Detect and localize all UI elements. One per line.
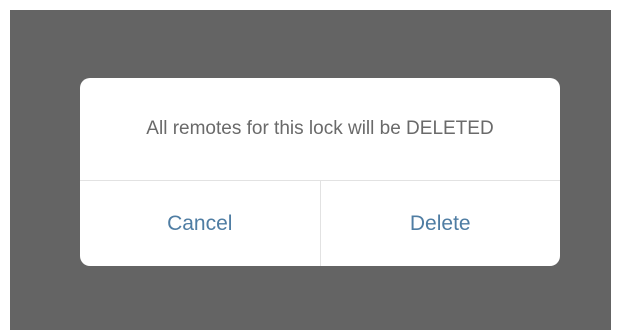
- cancel-button[interactable]: Cancel: [80, 181, 320, 266]
- modal-overlay: All remotes for this lock will be DELETE…: [10, 10, 611, 330]
- confirm-delete-dialog: All remotes for this lock will be DELETE…: [80, 78, 560, 266]
- dialog-actions: Cancel Delete: [80, 181, 560, 266]
- delete-button[interactable]: Delete: [319, 181, 561, 266]
- dialog-message: All remotes for this lock will be DELETE…: [80, 78, 560, 181]
